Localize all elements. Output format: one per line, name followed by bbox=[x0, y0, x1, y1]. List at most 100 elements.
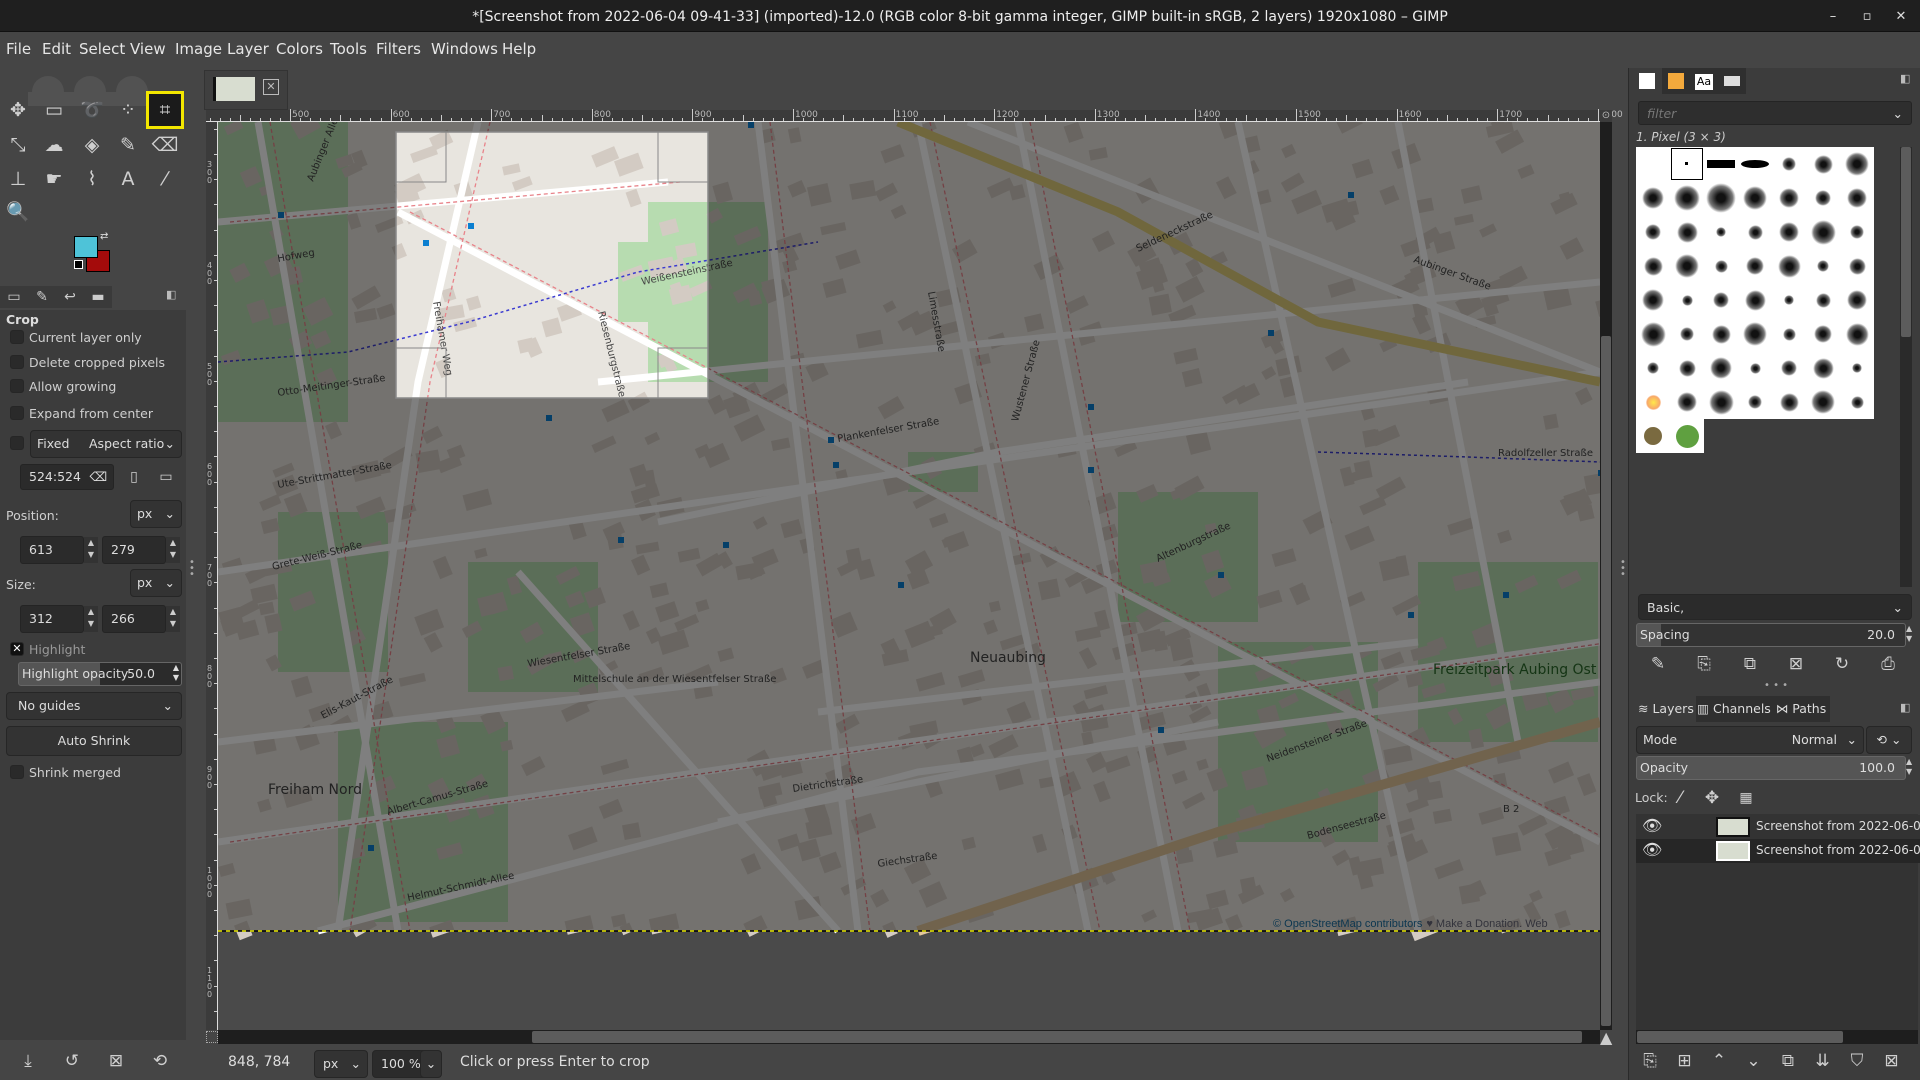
brush-item[interactable] bbox=[1738, 147, 1772, 181]
unit-dropdown[interactable]: px ⌄ bbox=[314, 1050, 368, 1078]
navigate-icon[interactable]: ▲ bbox=[1600, 1028, 1612, 1047]
undo-history-tab-icon[interactable]: ↩ bbox=[56, 286, 84, 308]
allow-growing-checkbox[interactable] bbox=[10, 379, 24, 393]
brush-item[interactable] bbox=[1738, 249, 1772, 283]
swap-colors-icon[interactable]: ⇄ bbox=[100, 231, 108, 242]
brush-item[interactable] bbox=[1636, 147, 1670, 181]
spacing-spinner[interactable]: ▲ ▼ bbox=[1906, 624, 1912, 644]
brush-item[interactable] bbox=[1840, 181, 1874, 215]
unified-transform-tool-icon[interactable]: ⤡ bbox=[2, 129, 34, 161]
brush-item[interactable] bbox=[1806, 147, 1840, 181]
size-height-spinner[interactable]: ▲ ▼ bbox=[166, 606, 180, 632]
highlight-opacity-slider[interactable]: Highlight opacity 50.0 ▲ ▼ bbox=[18, 662, 182, 686]
tab-paths[interactable]: ⋈ Paths bbox=[1772, 696, 1830, 722]
opacity-spinner[interactable]: ▲ ▼ bbox=[1906, 757, 1912, 777]
vertical-scrollbar[interactable] bbox=[1600, 122, 1612, 1030]
tab-channels[interactable]: ▥ Channels bbox=[1696, 696, 1772, 722]
brush-item[interactable] bbox=[1806, 351, 1840, 385]
size-unit-dropdown[interactable]: px ⌄ bbox=[130, 569, 182, 597]
lock-alpha-icon[interactable]: ▦ bbox=[1732, 786, 1760, 810]
brush-item[interactable] bbox=[1806, 249, 1840, 283]
vertical-ruler[interactable]: 300 400 500 600 700 800 900 1000 1100 bbox=[206, 122, 218, 1030]
menu-view[interactable]: View bbox=[130, 40, 166, 58]
open-brush-as-image-icon[interactable]: ⎙ bbox=[1874, 652, 1902, 676]
position-x-spinner[interactable]: ▲ ▼ bbox=[84, 537, 98, 563]
size-width-spinner[interactable]: ▲ ▼ bbox=[84, 606, 98, 632]
size-height-input[interactable]: 266 bbox=[102, 605, 166, 633]
horizontal-scrollbar[interactable] bbox=[218, 1030, 1600, 1044]
brush-item[interactable] bbox=[1840, 147, 1874, 181]
brush-scrollbar[interactable] bbox=[1900, 147, 1912, 587]
brush-item[interactable] bbox=[1636, 385, 1670, 419]
brush-item[interactable] bbox=[1636, 317, 1670, 351]
quick-mask-toggle[interactable] bbox=[206, 1031, 218, 1043]
bucket-fill-tool-icon[interactable]: ◈ bbox=[76, 129, 108, 161]
brush-item[interactable] bbox=[1636, 181, 1670, 215]
layer-row[interactable]: 👁 Screenshot from 2022-06-04 bbox=[1636, 839, 1920, 863]
composite-mode-dropdown[interactable]: ⟲ ⌄ bbox=[1866, 726, 1912, 754]
delete-cropped-checkbox[interactable] bbox=[10, 355, 24, 369]
dock-separator-handle[interactable]: • • • bbox=[1764, 680, 1788, 691]
brush-item[interactable] bbox=[1840, 283, 1874, 317]
auto-shrink-button[interactable]: Auto Shrink bbox=[6, 726, 182, 756]
menu-layer[interactable]: Layer bbox=[227, 40, 269, 58]
fixed-checkbox[interactable] bbox=[10, 436, 24, 450]
warp-transform-tool-icon[interactable]: ☁ bbox=[38, 129, 70, 161]
brush-item[interactable] bbox=[1636, 215, 1670, 249]
brush-item[interactable] bbox=[1806, 181, 1840, 215]
menu-windows[interactable]: Windows bbox=[431, 40, 498, 58]
duplicate-layer-icon[interactable]: ⧉ bbox=[1774, 1049, 1802, 1073]
brush-item[interactable] bbox=[1772, 283, 1806, 317]
reset-options-icon[interactable]: ⟲ bbox=[146, 1049, 174, 1073]
brush-item[interactable] bbox=[1704, 249, 1738, 283]
menu-help[interactable]: Help bbox=[502, 40, 536, 58]
foreground-color-swatch[interactable] bbox=[74, 236, 98, 258]
layer-opacity-slider[interactable]: Opacity 100.0 bbox=[1636, 756, 1906, 780]
rect-select-tool-icon[interactable]: ▭ bbox=[38, 94, 70, 126]
brush-item[interactable] bbox=[1636, 419, 1670, 453]
brush-item[interactable] bbox=[1704, 283, 1738, 317]
brush-item[interactable] bbox=[1670, 283, 1704, 317]
brush-grid[interactable] bbox=[1636, 147, 1874, 587]
merge-layer-icon[interactable]: ⇊ bbox=[1809, 1049, 1837, 1073]
shrink-merged-checkbox[interactable] bbox=[10, 765, 24, 779]
restore-options-icon[interactable]: ↺ bbox=[58, 1049, 86, 1073]
close-tab-icon[interactable]: ✕ bbox=[263, 79, 279, 95]
image-canvas[interactable]: Aubinger AlleeHofwegOtto-Meitinger-Straß… bbox=[218, 122, 1600, 1030]
highlight-checkbox[interactable]: ✕ bbox=[10, 642, 24, 656]
tab-patterns[interactable] bbox=[1662, 68, 1690, 94]
edit-brush-icon[interactable]: ✎ bbox=[1644, 652, 1672, 676]
brush-item[interactable] bbox=[1738, 351, 1772, 385]
ratio-input[interactable]: 524:524 ⌫ bbox=[20, 464, 114, 490]
configure-layers-icon[interactable]: ◧ bbox=[1900, 701, 1910, 714]
horizontal-scroll-thumb[interactable] bbox=[532, 1031, 1582, 1043]
brush-item[interactable] bbox=[1738, 215, 1772, 249]
brush-item[interactable] bbox=[1670, 385, 1704, 419]
brush-item[interactable] bbox=[1704, 351, 1738, 385]
brush-item[interactable] bbox=[1704, 215, 1738, 249]
refresh-brushes-icon[interactable]: ↻ bbox=[1828, 652, 1856, 676]
delete-layer-icon[interactable]: ⊠ bbox=[1878, 1049, 1906, 1073]
crop-tool-icon[interactable]: ⌗ bbox=[146, 91, 184, 129]
text-tool-icon[interactable]: A bbox=[112, 163, 144, 195]
brush-item[interactable] bbox=[1840, 215, 1874, 249]
free-select-tool-icon[interactable]: ➰ bbox=[76, 94, 108, 126]
configure-tab-icon[interactable]: ◧ bbox=[166, 288, 176, 301]
brush-item[interactable] bbox=[1636, 283, 1670, 317]
guides-dropdown[interactable]: No guides ⌄ bbox=[6, 692, 182, 720]
minimize-button[interactable]: – bbox=[1822, 6, 1844, 28]
landscape-icon[interactable]: ▭ bbox=[152, 465, 180, 489]
brush-item[interactable] bbox=[1772, 181, 1806, 215]
position-y-spinner[interactable]: ▲ ▼ bbox=[166, 537, 180, 563]
brush-item[interactable] bbox=[1772, 351, 1806, 385]
portrait-icon[interactable]: ▯ bbox=[120, 465, 148, 489]
layer-mode-dropdown[interactable]: Mode Normal ⌄ bbox=[1636, 726, 1864, 754]
paths-tool-icon[interactable]: ⌇ bbox=[76, 163, 108, 195]
position-unit-dropdown[interactable]: px ⌄ bbox=[130, 500, 182, 528]
menu-edit[interactable]: Edit bbox=[42, 40, 71, 58]
brush-item[interactable] bbox=[1840, 385, 1874, 419]
configure-dock-icon[interactable]: ◧ bbox=[1900, 72, 1910, 85]
maximize-button[interactable]: ▫ bbox=[1856, 6, 1878, 28]
lock-pixels-icon[interactable]: ⁄ bbox=[1666, 786, 1694, 810]
brush-item[interactable] bbox=[1704, 147, 1738, 181]
